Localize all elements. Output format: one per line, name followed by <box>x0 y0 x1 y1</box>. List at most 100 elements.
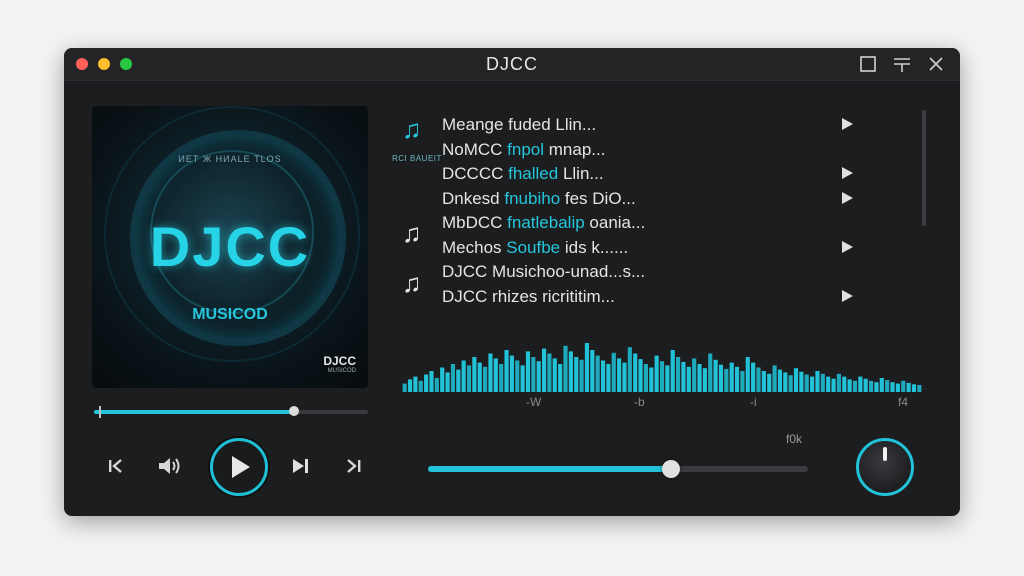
waveform-bar <box>740 371 745 392</box>
cover-logo-sub: MUSICOD <box>327 368 356 374</box>
waveform-bar <box>858 376 863 392</box>
waveform-bar <box>520 365 525 392</box>
waveform-bar <box>783 372 788 392</box>
close-icon[interactable] <box>926 54 946 74</box>
waveform-bar <box>434 378 439 392</box>
waveform-bar <box>622 362 627 392</box>
waveform-bar <box>836 373 841 392</box>
skip-to-end-icon[interactable] <box>344 456 364 476</box>
track-title-part: MbDCC <box>442 213 508 232</box>
track-title-highlight: Soufbe <box>506 237 561 257</box>
waveform-bar <box>724 368 729 392</box>
skip-previous-icon[interactable] <box>106 456 126 476</box>
play-button[interactable] <box>210 438 268 496</box>
waveform-bar <box>531 357 536 392</box>
waveform-bar <box>804 374 809 392</box>
waveform-bar <box>767 373 772 392</box>
waveform-bar <box>590 350 595 392</box>
player-window: DJCC ИЕТ Ж HИАLЕ ТLОS DJCC MUSICOD DJCC … <box>64 48 960 516</box>
track-list-item[interactable]: DJCC rhizes ricrititim... <box>398 284 868 309</box>
waveform-bar <box>868 380 874 392</box>
track-title-part: NoMCC <box>442 139 508 159</box>
waveform-bar <box>906 382 911 392</box>
track-title-part: Meange fuded Llin... <box>442 115 597 134</box>
waveform-bar <box>461 360 466 392</box>
track-list-item[interactable]: MbDCC fnatlebalip oania... <box>398 210 868 235</box>
waveform-bar <box>558 364 563 392</box>
waveform-bar <box>793 368 799 392</box>
waveform-bar <box>445 372 450 392</box>
track-play-icon[interactable] <box>842 167 853 179</box>
play-icon <box>232 456 250 478</box>
track-list-item[interactable]: Meange fuded Llin... <box>398 112 868 137</box>
waveform-bar <box>761 371 766 392</box>
volume-slider-knob[interactable] <box>662 460 681 478</box>
waveform-bar <box>772 365 777 392</box>
volume-slider-fill <box>428 466 672 472</box>
maximize-icon[interactable] <box>858 54 878 74</box>
track-list-item[interactable]: DCCCC fhalled Llin... <box>398 161 868 186</box>
track-title: Dnkesd fnubiho fes DiO... <box>442 189 636 209</box>
waveform-axis: -W -b -i f4 <box>402 393 922 413</box>
track-title: DJCC rhizes ricrititim... <box>442 287 615 307</box>
track-title-part: fes DiO... <box>560 188 636 208</box>
volume-slider[interactable] <box>428 460 808 478</box>
track-play-icon[interactable] <box>842 191 853 204</box>
waveform-bar <box>407 379 413 392</box>
waveform-bar <box>456 369 461 392</box>
track-list-scrollbar[interactable] <box>922 110 926 226</box>
track-play-icon[interactable] <box>842 289 853 302</box>
waveform-bar <box>525 351 531 392</box>
playback-start-marker <box>99 406 101 418</box>
waveform-axis-label: -i <box>750 395 757 409</box>
waveform-bar <box>751 362 756 392</box>
waveform-bar <box>895 383 900 392</box>
waveform-bar <box>402 383 407 392</box>
waveform-bar <box>676 357 681 392</box>
waveform-bar <box>777 369 783 392</box>
track-list-item[interactable]: DJCC Musichoo-unad...s... <box>398 259 868 284</box>
volume-icon[interactable] <box>156 454 184 478</box>
track-list-item[interactable]: NoMCC fnpol mnap... <box>398 137 868 162</box>
waveform-bar <box>799 371 804 392</box>
track-play-icon[interactable] <box>842 240 853 253</box>
track-list-item[interactable]: Mechos Soufbe ids k...... <box>398 235 868 260</box>
waveform-bar <box>488 353 493 392</box>
track-title-highlight: fnpol <box>507 139 545 159</box>
waveform-bar <box>649 367 654 392</box>
track-title-highlight: fnatlebalip <box>507 213 585 232</box>
waveform-bar <box>702 368 707 392</box>
track-title-part: Llin... <box>558 164 604 183</box>
track-list: Meange fuded Llin... NoMCC fnpol mnap... D… <box>398 112 868 308</box>
waveform-bar <box>852 380 858 392</box>
minimize-icon[interactable] <box>892 54 912 74</box>
waveform-bar <box>606 364 611 392</box>
gain-knob[interactable] <box>856 438 914 496</box>
waveform-bar <box>692 358 697 392</box>
waveform-bar <box>611 352 616 392</box>
waveform-bar <box>418 380 423 392</box>
track-title-part: DJCC rhizes ricrititim... <box>442 286 615 306</box>
waveform-bar <box>686 366 691 392</box>
waveform-bar <box>901 380 906 392</box>
waveform-bar <box>810 376 815 392</box>
track-play-icon[interactable] <box>842 118 853 130</box>
cover-subtitle: ИЕТ Ж HИАLЕ ТLОS <box>178 154 282 164</box>
waveform-bar <box>842 376 847 392</box>
waveform-bar <box>600 360 606 392</box>
skip-next-icon[interactable] <box>290 456 312 476</box>
cover-label: MUSICOD <box>192 306 268 323</box>
waveform-bar <box>659 361 665 392</box>
waveform-bar <box>429 371 434 392</box>
waveform-bar <box>563 345 568 392</box>
track-title: Mechos Soufbe ids k...... <box>442 238 628 258</box>
waveform-bar <box>509 355 514 392</box>
track-list-item[interactable]: Dnkesd fnubiho fes DiO... <box>398 186 868 211</box>
playback-progress-knob[interactable] <box>289 406 300 416</box>
waveform-bar <box>911 384 917 392</box>
playback-progress-bar[interactable] <box>94 406 368 418</box>
waveform-bar <box>713 359 718 392</box>
gain-knob-pointer <box>883 447 887 461</box>
waveform-bar <box>697 364 702 392</box>
track-title-part: ids k...... <box>560 237 629 257</box>
